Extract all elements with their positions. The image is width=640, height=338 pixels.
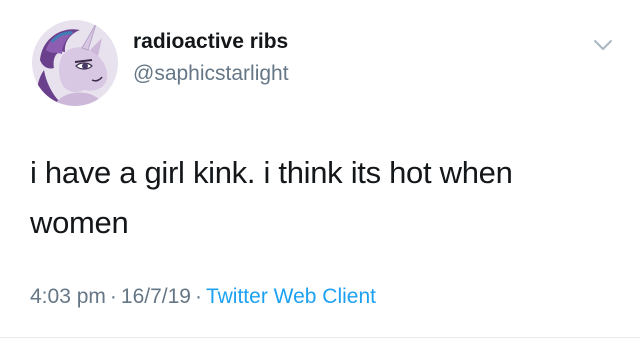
meta-separator: · xyxy=(194,285,202,308)
chevron-down-icon xyxy=(594,40,612,50)
tweet-text-line: women xyxy=(30,205,129,240)
avatar[interactable] xyxy=(32,20,118,106)
pony-avatar-icon xyxy=(32,20,118,106)
tweet-time[interactable]: 4:03 pm xyxy=(30,285,106,308)
tweet-client-link[interactable]: Twitter Web Client xyxy=(206,285,376,308)
author-handle[interactable]: @saphicstarlight xyxy=(133,62,289,86)
tweet-text: i have a girl kink. i think its hot when… xyxy=(30,148,610,248)
tweet-text-line: i have a girl kink. i think its hot when xyxy=(30,155,513,190)
tweet-card: radioactive ribs @saphicstarlight i have… xyxy=(0,0,640,338)
author-display-name[interactable]: radioactive ribs xyxy=(133,30,288,54)
tweet-menu-button[interactable] xyxy=(592,37,614,53)
meta-separator: · xyxy=(109,285,117,308)
tweet-metadata: 4:03 pm · 16/7/19 · Twitter Web Client xyxy=(30,285,376,309)
tweet-date[interactable]: 16/7/19 xyxy=(121,285,191,308)
